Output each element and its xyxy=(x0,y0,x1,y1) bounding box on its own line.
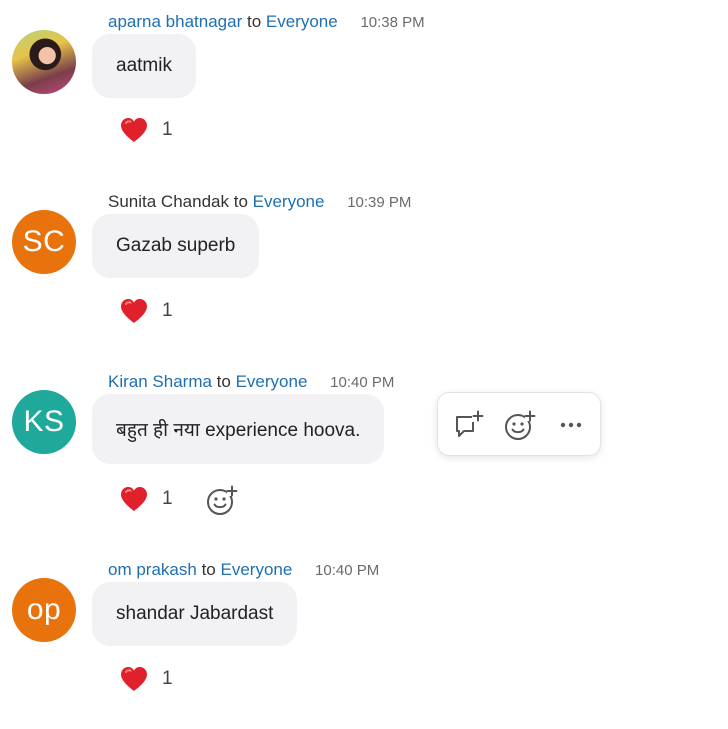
reaction-pill[interactable]: 1 xyxy=(120,486,173,512)
chat-message: aparna bhatnagar to Everyone 10:38 PM aa… xyxy=(0,0,728,180)
recipient-name[interactable]: Everyone xyxy=(236,372,308,391)
sender-name[interactable]: om prakash xyxy=(108,560,197,579)
message-actions-toolbar xyxy=(437,392,601,456)
timestamp: 10:40 PM xyxy=(330,374,395,391)
sender-name[interactable]: Sunita Chandak xyxy=(108,192,229,211)
message-header: Kiran Sharma to Everyone 10:40 PM xyxy=(108,372,394,392)
message-header: Sunita Chandak to Everyone 10:39 PM xyxy=(108,192,411,212)
message-text: aatmik xyxy=(116,55,172,76)
message-header: aparna bhatnagar to Everyone 10:38 PM xyxy=(108,12,425,32)
avatar[interactable]: KS xyxy=(12,390,76,454)
add-reaction-button[interactable] xyxy=(503,408,537,442)
heart-icon xyxy=(121,299,147,323)
more-options-button[interactable] xyxy=(554,408,588,442)
avatar[interactable]: op xyxy=(12,578,76,642)
message-header: om prakash to Everyone 10:40 PM xyxy=(108,560,379,580)
avatar[interactable] xyxy=(12,30,76,94)
sender-name[interactable]: Kiran Sharma xyxy=(108,372,212,391)
heart-icon xyxy=(121,487,147,511)
more-options-icon xyxy=(560,422,582,428)
heart-icon xyxy=(121,667,147,691)
message-text: Gazab superb xyxy=(116,235,236,256)
recipient-name[interactable]: Everyone xyxy=(253,192,325,211)
avatar-initials: op xyxy=(26,593,62,626)
avatar[interactable]: SC xyxy=(12,210,76,274)
message-text: बहुत ही नया experience hoova. xyxy=(116,420,361,441)
avatar-initials: KS xyxy=(23,405,65,438)
reaction-pill[interactable]: 1 xyxy=(120,117,173,143)
avatar-initials: SC xyxy=(22,225,66,258)
message-bubble[interactable]: aatmik xyxy=(92,34,196,98)
sender-name[interactable]: aparna bhatnagar xyxy=(108,12,242,31)
add-reaction-icon[interactable] xyxy=(206,484,238,516)
reply-in-thread-icon xyxy=(456,410,484,437)
reaction-count: 1 xyxy=(162,668,173,689)
timestamp: 10:39 PM xyxy=(347,194,412,211)
add-reaction-icon xyxy=(505,410,536,440)
to-label: to xyxy=(216,372,231,391)
reaction-pill[interactable]: 1 xyxy=(120,298,173,324)
recipient-name[interactable]: Everyone xyxy=(220,560,292,579)
message-bubble[interactable]: shandar Jabardast xyxy=(92,582,298,646)
message-bubble[interactable]: Gazab superb xyxy=(92,214,260,278)
timestamp: 10:40 PM xyxy=(315,562,380,579)
reply-in-thread-button[interactable] xyxy=(452,408,486,442)
chat-message: KS Kiran Sharma to Everyone 10:40 PM बहु… xyxy=(0,360,728,548)
to-label: to xyxy=(233,192,248,211)
timestamp: 10:38 PM xyxy=(360,14,425,31)
reaction-pill[interactable]: 1 xyxy=(120,666,173,692)
to-label: to xyxy=(201,560,216,579)
reaction-count: 1 xyxy=(162,300,173,321)
message-text: shandar Jabardast xyxy=(116,603,274,624)
message-bubble[interactable]: बहुत ही नया experience hoova. xyxy=(92,394,385,464)
reaction-count: 1 xyxy=(162,488,173,509)
reaction-count: 1 xyxy=(162,119,173,140)
chat-message: SC Sunita Chandak to Everyone 10:39 PM G… xyxy=(0,180,728,360)
recipient-name[interactable]: Everyone xyxy=(266,12,338,31)
heart-icon xyxy=(121,118,147,142)
to-label: to xyxy=(246,12,262,31)
chat-message: op om prakash to Everyone 10:40 PM shand… xyxy=(0,548,728,729)
